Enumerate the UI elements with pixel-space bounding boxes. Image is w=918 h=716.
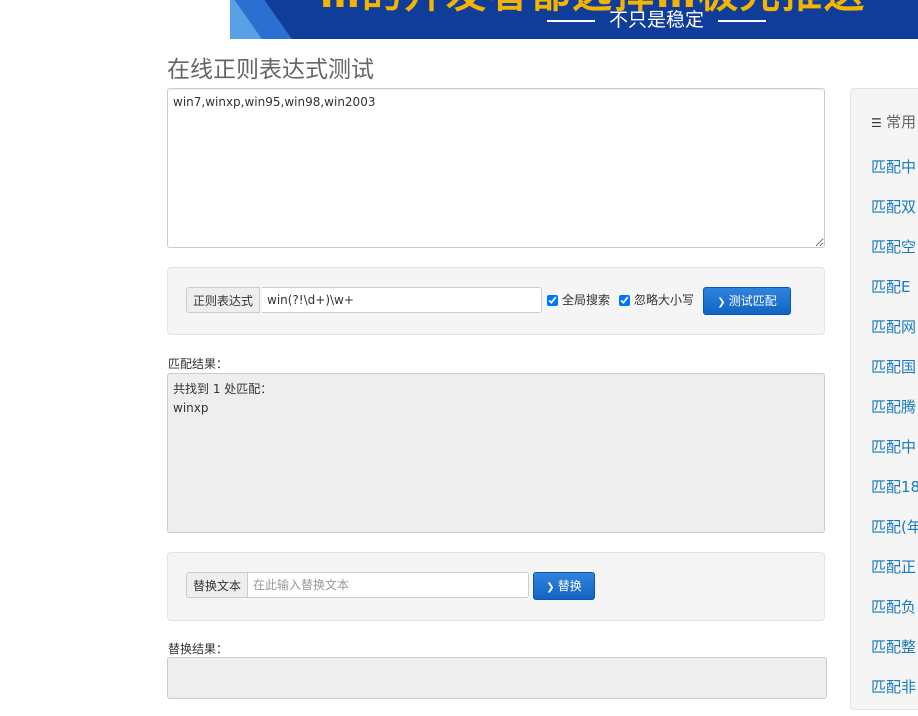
test-match-button[interactable]: ❯ 测试匹配 [703,287,791,315]
ignore-case-label: 忽略大小写 [634,293,695,307]
sidebar-link[interactable]: 匹配国 [871,356,918,396]
replace-addon-label: 替换文本 [186,572,249,598]
global-search-label: 全局搜索 [562,293,611,307]
replace-result-label: 替换结果： [168,642,229,656]
sidebar-link[interactable]: 匹配负 [871,596,918,636]
chevron-down-icon: ❯ [546,582,555,593]
test-match-label: 测试匹配 [728,294,777,308]
replace-button[interactable]: ❯ 替换 [533,572,595,600]
sidebar-link[interactable]: 匹配E [871,276,918,316]
slogan-line-right [718,19,767,22]
regex-addon-label: 正则表达式 [186,287,261,313]
sidebar-link[interactable]: 匹配双 [871,196,918,236]
sidebar-link[interactable]: 匹配非 [871,676,918,716]
replace-button-label: 替换 [557,579,582,593]
list-icon: ☰ [871,116,882,130]
replace-result-output[interactable] [167,657,827,699]
global-search-checkbox[interactable] [547,295,558,306]
sidebar-link[interactable]: 匹配整 [871,636,918,676]
sidebar-link[interactable]: 匹配空 [871,236,918,276]
sidebar-link[interactable]: 匹配18 [871,476,918,516]
top-banner[interactable]: …的开发者都选择…极光推送 不只是稳定 [230,0,918,39]
sidebar-link[interactable]: 匹配(年 [871,516,918,556]
source-text-input[interactable]: win7,winxp,win95,win98,win2003 [167,88,825,248]
match-result-output[interactable]: 共找到 1 处匹配： winxp [167,373,825,533]
common-regex-sidebar: ☰ 常用 匹配中 匹配双 匹配空 匹配E 匹配网 匹配国 匹配腾 匹配中 匹配18… [850,88,918,710]
regex-pattern-input[interactable] [262,287,542,313]
replace-text-input[interactable] [248,572,529,598]
sidebar-link[interactable]: 匹配腾 [871,396,918,436]
sidebar-header: ☰ 常用 [871,111,916,132]
sidebar-header-text: 常用 [886,113,917,131]
banner-slogan: 不只是稳定 [533,8,780,32]
sidebar-link[interactable]: 匹配网 [871,316,918,356]
sidebar-link-list: 匹配中 匹配双 匹配空 匹配E 匹配网 匹配国 匹配腾 匹配中 匹配18 匹配(… [871,156,918,716]
match-result-label: 匹配结果： [168,357,229,371]
sidebar-link[interactable]: 匹配中 [871,156,918,196]
sidebar-link[interactable]: 匹配中 [871,436,918,476]
sidebar-link[interactable]: 匹配正 [871,556,918,596]
slogan-text: 不只是稳定 [609,9,705,31]
chevron-down-icon: ❯ [717,297,726,308]
page-title: 在线正则表达式测试 [167,57,374,83]
slogan-line-left [547,19,595,22]
ignore-case-checkbox[interactable] [619,295,630,306]
